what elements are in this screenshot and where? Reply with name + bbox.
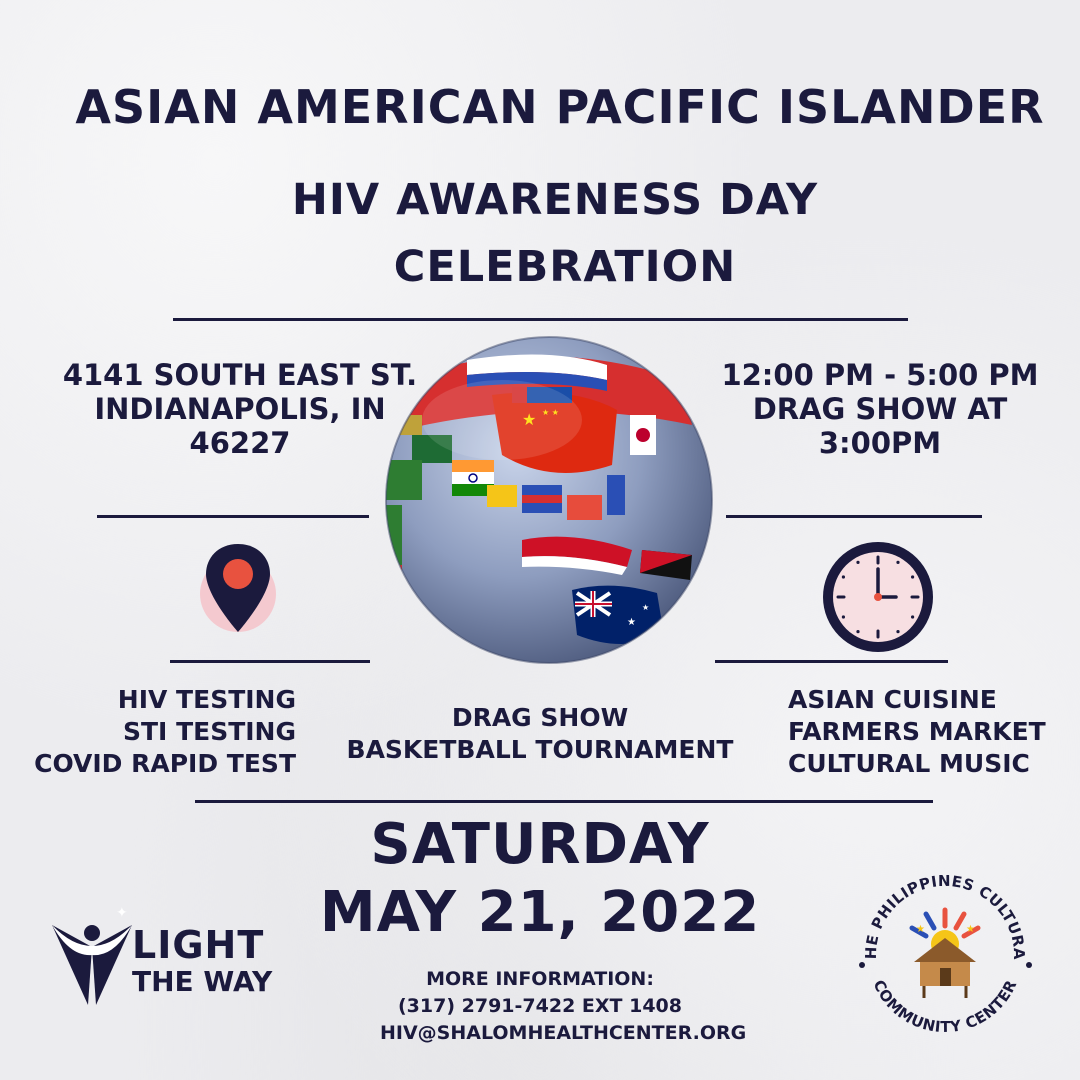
title-line-1: ASIAN AMERICAN PACIFIC ISLANDER (75, 80, 1045, 134)
activities-health: HIV TESTING STI TESTING COVID RAPID TEST (0, 684, 296, 780)
svg-text:★: ★ (627, 617, 636, 628)
time-line-3: 3:00PM (818, 426, 942, 460)
divider-low-right (715, 660, 948, 663)
divider-mid-right (726, 515, 982, 518)
logo-text-line-1: LIGHT (132, 923, 265, 967)
activities-culture: ASIAN CUISINE FARMERS MARKET CULTURAL MU… (788, 684, 1078, 780)
activity-item: CULTURAL MUSIC (788, 749, 1030, 778)
activity-item: DRAG SHOW (451, 703, 629, 732)
contact-phone: (317) 2791-7422 EXT 1408 (398, 995, 682, 1017)
map-pin-icon (200, 544, 276, 632)
svg-text:★: ★ (966, 924, 975, 935)
pccc-logo: THE PHILIPPINES CULTURAL COMMUNITY CENTE… (848, 858, 1032, 1036)
location-block: 4141 SOUTH EAST ST. INDIANAPOLIS, IN 462… (20, 358, 460, 460)
contact-email: HIV@SHALOMHEALTHCENTER.ORG (380, 1022, 747, 1044)
svg-text:★: ★ (916, 924, 925, 935)
time-block: 12:00 PM - 5:00 PM DRAG SHOW AT 3:00PM (680, 358, 1080, 460)
activity-item: ASIAN CUISINE (788, 685, 997, 714)
clock-icon (823, 542, 933, 652)
activities-entertainment: DRAG SHOW BASKETBALL TOURNAMENT (320, 702, 760, 766)
contact-block: MORE INFORMATION: (317) 2791-7422 EXT 14… (380, 966, 747, 1047)
time-line-2: DRAG SHOW AT (752, 392, 1008, 426)
activity-item: STI TESTING (123, 717, 296, 746)
activity-item: FARMERS MARKET (788, 717, 1046, 746)
activity-item: BASKETBALL TOURNAMENT (346, 735, 734, 764)
event-date: MAY 21, 2022 (319, 880, 761, 945)
title-line-2: HIV AWARENESS DAY (291, 175, 819, 225)
svg-text:★: ★ (642, 603, 649, 612)
address-line-3: 46227 (189, 426, 291, 460)
title-line-3: CELEBRATION (393, 242, 737, 292)
address-line-1: 4141 SOUTH EAST ST. (62, 358, 418, 392)
logo-text-line-2: THE WAY (132, 965, 273, 998)
light-the-way-emblem: ✦ (52, 907, 132, 1005)
time-line-1: 12:00 PM - 5:00 PM (721, 358, 1039, 392)
event-day: SATURDAY (370, 812, 710, 877)
contact-heading: MORE INFORMATION: (426, 968, 654, 990)
address-line-2: INDIANAPOLIS, IN (94, 392, 386, 426)
svg-text:✦: ✦ (116, 907, 128, 921)
divider-low-left (170, 660, 370, 663)
light-the-way-logo: ✦ LIGHT THE WAY (44, 895, 324, 1015)
divider-bottom (195, 800, 933, 803)
divider-top (173, 318, 908, 321)
activity-item: HIV TESTING (117, 685, 296, 714)
activity-item: COVID RAPID TEST (34, 749, 296, 778)
divider-mid-left (97, 515, 369, 518)
